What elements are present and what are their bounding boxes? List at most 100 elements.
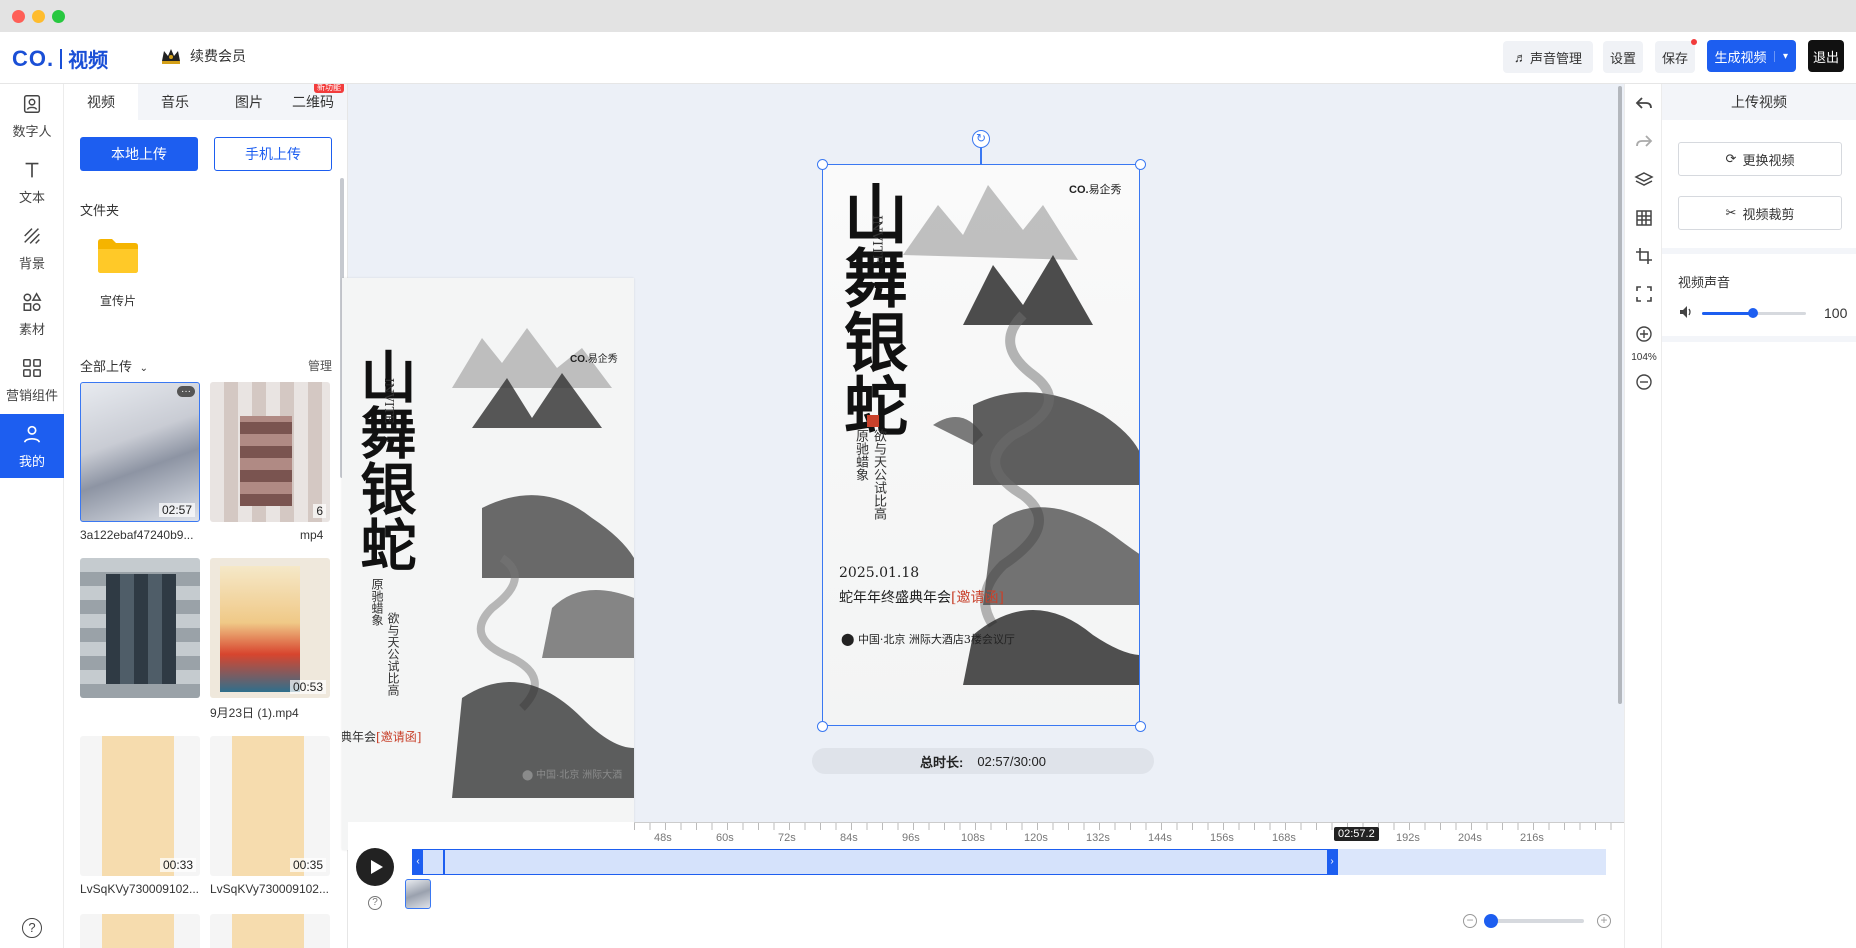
timeline [348, 822, 1624, 948]
nav-label: 文本 [18, 189, 45, 205]
replace-video-button[interactable]: ⟳ 更换视频 [1678, 142, 1842, 176]
asset-thumb[interactable] [80, 558, 200, 698]
clip-trim-right-handle[interactable]: › [1327, 850, 1337, 874]
nav-mine[interactable]: 我的 [0, 414, 64, 478]
poster-logo-text: 易企秀 [587, 354, 618, 365]
minimize-window-button[interactable] [32, 10, 45, 23]
grid-icon[interactable] [1634, 208, 1654, 228]
crop-icon[interactable] [1634, 246, 1654, 266]
volume-slider-fill [1702, 312, 1754, 315]
asset-thumb[interactable]: 00:53 [210, 558, 330, 698]
folder-icon [98, 239, 138, 273]
crop-video-button[interactable]: ✂ 视频裁剪 [1678, 196, 1842, 230]
canvas-zoom-level: 104% [1631, 352, 1657, 363]
clip-trim-left-handle[interactable]: ‹ [413, 850, 423, 874]
settings-button[interactable]: 设置 [1603, 41, 1643, 73]
save-label: 保存 [1661, 50, 1688, 66]
filter-dropdown[interactable]: 全部上传 ⌄ [80, 356, 148, 375]
sound-manage-button[interactable]: ♬ 声音管理 [1503, 41, 1593, 73]
help-icon[interactable]: ? [22, 918, 42, 938]
volume-slider[interactable] [1702, 308, 1806, 318]
close-window-button[interactable] [12, 10, 25, 23]
zoom-slider-thumb[interactable] [1484, 914, 1498, 928]
drag-preview-poster[interactable]: CO.易企秀 山舞银蛇 INVITE 原驰蜡象 欲与天公试比高 典年会[邀请函]… [342, 278, 634, 850]
resize-handle-bl[interactable] [817, 721, 828, 732]
tab-music[interactable]: 音乐 [138, 84, 212, 120]
redo-icon[interactable] [1634, 132, 1654, 152]
folder-item[interactable] [96, 236, 140, 277]
asset-duration: 00:53 [289, 680, 326, 694]
phone-upload-button[interactable]: 手机上传 [214, 137, 332, 171]
tab-image[interactable]: 图片 [212, 84, 286, 120]
manage-button[interactable]: 管理 [308, 357, 332, 374]
nav-text[interactable]: 文本 [0, 150, 64, 214]
duration-value: 02:57/30:00 [977, 753, 1047, 769]
nav-label: 我的 [18, 453, 45, 469]
asset-name: LvSqKVy730009102... [210, 882, 329, 896]
exit-button[interactable]: 退出 [1808, 40, 1844, 72]
ruler-tick-label: 108s [961, 832, 985, 844]
panel-divider [1662, 248, 1856, 254]
volume-slider-thumb[interactable] [1748, 308, 1759, 318]
poster-logo-text: 易企秀 [1088, 184, 1122, 196]
rotate-handle[interactable]: ↻ [972, 130, 990, 148]
stripes-icon [24, 227, 40, 244]
nav-background[interactable]: 背景 [0, 216, 64, 280]
layers-icon[interactable] [1634, 170, 1654, 190]
generate-dropdown-icon[interactable]: ▾ [1774, 50, 1796, 62]
tab-qrcode[interactable]: 二维码 新功能 [278, 84, 347, 120]
canvas-scrollbar[interactable] [1618, 86, 1622, 704]
asset-thumb[interactable]: ··· 02:57 [80, 382, 200, 522]
folder-heading: 文件夹 [80, 203, 120, 218]
properties-panel: 上传视频 ⟳ 更换视频 ✂ 视频裁剪 视频声音 100 [1662, 84, 1856, 948]
asset-thumb[interactable]: 00:35 [210, 736, 330, 876]
blurred-figure [106, 574, 176, 684]
tab-video[interactable]: 视频 [64, 84, 138, 120]
zoom-out-icon[interactable]: − [1463, 914, 1477, 928]
canvas-zoom-in-icon[interactable] [1634, 324, 1654, 344]
text-icon [25, 162, 39, 177]
total-duration: 总时长: 02:57/30:00 [812, 748, 1154, 774]
volume-heading: 视频声音 [1678, 275, 1731, 290]
resize-handle-tl[interactable] [817, 159, 828, 170]
ruler-tick-label: 84s [840, 832, 858, 844]
asset-thumb[interactable]: 6 [210, 382, 330, 522]
timeline-video-clip[interactable]: ‹ › [412, 849, 1338, 875]
asset-duration: 00:35 [289, 858, 326, 872]
save-button[interactable]: 保存 [1655, 39, 1697, 73]
nav-marketing[interactable]: 营销组件 [0, 348, 64, 412]
canvas-zoom-out-icon[interactable] [1634, 372, 1654, 392]
logo-divider [60, 48, 63, 69]
undo-icon[interactable] [1634, 94, 1654, 114]
maximize-window-button[interactable] [52, 10, 65, 23]
resize-handle-tr[interactable] [1135, 159, 1146, 170]
poster-event: 蛇年年终盛典年会[邀请函] [839, 587, 1004, 607]
resize-handle-br[interactable] [1135, 721, 1146, 732]
asset-thumb[interactable]: 00:33 [80, 736, 200, 876]
ruler-tick-label: 120s [1024, 832, 1048, 844]
ruler-tick-label: 192s [1396, 832, 1420, 844]
vip-label: 续费会员 [190, 48, 246, 64]
playhead-line[interactable] [443, 850, 445, 874]
nav-materials[interactable]: 素材 [0, 282, 64, 346]
asset-thumb[interactable] [210, 914, 330, 948]
vip-renew-button[interactable]: 续费会员 [160, 46, 246, 66]
nav-digital-human[interactable]: 数字人 [0, 84, 64, 148]
timeline-zoom-slider[interactable] [1484, 914, 1584, 928]
timeline-help-icon[interactable]: ? [368, 896, 382, 910]
canvas-poster[interactable]: CO.易企秀 山舞银蛇 INVITE 原驰蜡象 欲与天公试比高 2025.01.… [822, 164, 1140, 726]
local-upload-button[interactable]: 本地上传 [80, 137, 198, 171]
play-button[interactable] [356, 848, 394, 886]
fullscreen-icon[interactable] [1634, 284, 1654, 304]
generate-video-button[interactable]: 生成视频 ▾ [1707, 40, 1796, 72]
zoom-in-icon[interactable]: + [1597, 914, 1611, 928]
user-card-icon [23, 94, 41, 113]
event-partial-text: 典年会 [342, 730, 377, 744]
poster-invite: INVITE [869, 215, 884, 265]
app-logo[interactable]: CO. 视频 [12, 44, 108, 73]
speaker-icon[interactable] [1678, 304, 1694, 323]
poster-location: ⬤ 中国·北京 洲际大酒店3楼会议厅 [841, 631, 1015, 647]
timeline-clip-thumb[interactable] [405, 879, 431, 909]
asset-thumb[interactable] [80, 914, 200, 948]
more-icon[interactable]: ··· [177, 386, 195, 397]
